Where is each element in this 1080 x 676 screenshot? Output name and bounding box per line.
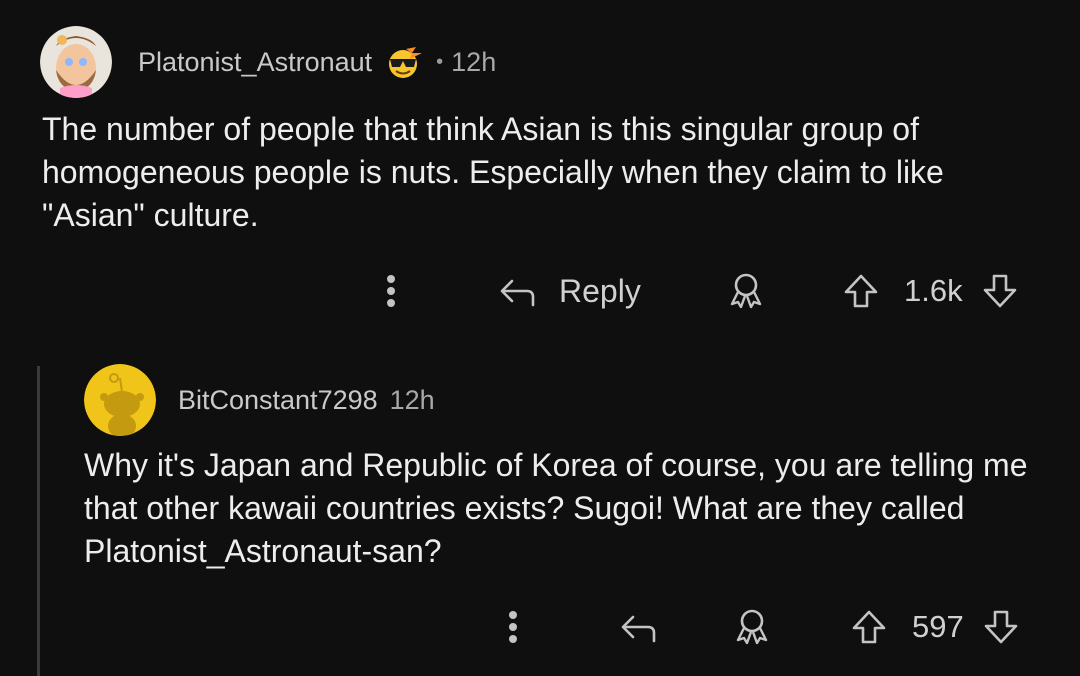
emoji-flair-icon [386, 45, 424, 79]
timestamp: 12h [451, 46, 497, 77]
upvote-arrow-icon [852, 610, 886, 644]
reply-button[interactable]: Reply [495, 271, 641, 311]
vote-controls: 597 [848, 607, 1022, 647]
upvote-arrow-icon [844, 274, 878, 308]
avatar[interactable] [84, 364, 156, 436]
reply-label: Reply [559, 272, 641, 309]
comment-header: Platonist_Astronaut • 12h [40, 26, 496, 98]
downvote-button[interactable] [979, 271, 1021, 311]
reply-header: BitConstant7298 12h [84, 364, 435, 436]
downvote-arrow-icon [983, 274, 1016, 308]
more-options-button[interactable] [376, 271, 406, 311]
username[interactable]: Platonist_Astronaut [138, 47, 372, 78]
downvote-button[interactable] [980, 607, 1022, 647]
upvote-button[interactable] [840, 271, 882, 311]
award-button[interactable] [730, 607, 774, 647]
reply-arrow-icon [621, 615, 656, 643]
timestamp: 12h [389, 384, 435, 415]
default-snoo-avatar-icon [84, 364, 156, 436]
reply-action-bar: 597 [0, 607, 1080, 647]
upvote-button[interactable] [848, 607, 890, 647]
more-options-button[interactable] [498, 607, 528, 647]
more-vertical-icon [509, 611, 517, 643]
user-avatar-icon [40, 26, 112, 98]
award-icon [736, 609, 768, 645]
vote-controls: 1.6k [840, 271, 1021, 311]
more-vertical-icon [387, 275, 395, 307]
vote-score: 597 [912, 609, 964, 644]
vote-score: 1.6k [904, 273, 963, 308]
reply-button[interactable] [616, 607, 662, 647]
downvote-arrow-icon [984, 610, 1018, 644]
reply-arrow-icon [500, 279, 535, 307]
award-icon [730, 273, 762, 309]
comment-body: The number of people that think Asian is… [42, 111, 944, 233]
comment-action-bar: Reply 1.6k [0, 271, 1080, 311]
reply-body: Why it's Japan and Republic of Korea of … [84, 447, 1028, 569]
avatar[interactable] [40, 26, 112, 98]
username[interactable]: BitConstant7298 [178, 385, 378, 416]
separator-dot: • [436, 50, 444, 73]
award-button[interactable] [724, 271, 768, 311]
